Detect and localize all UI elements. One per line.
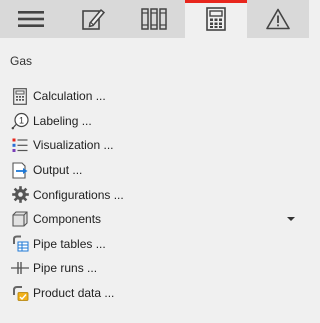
menu-item-components[interactable]: Components bbox=[0, 207, 309, 232]
tab-warnings[interactable] bbox=[247, 0, 309, 38]
calculator-icon bbox=[10, 86, 30, 106]
chevron-down-icon[interactable] bbox=[287, 217, 295, 222]
pipe-table-icon bbox=[10, 234, 30, 254]
tab-library[interactable] bbox=[124, 0, 186, 38]
panel-title: Gas bbox=[10, 54, 33, 68]
menu-item-label: Product data ... bbox=[33, 286, 115, 301]
gear-icon bbox=[10, 185, 30, 205]
hamburger-menu-icon bbox=[17, 10, 44, 28]
tab-menu[interactable] bbox=[0, 0, 62, 38]
menu-item-label: Components bbox=[33, 212, 102, 227]
calculator-icon bbox=[206, 7, 227, 31]
menu-item-label: Pipe tables ... bbox=[33, 236, 106, 251]
menu-item-configurations[interactable]: Configurations ... bbox=[0, 182, 309, 207]
menu-item-pipe-tables[interactable]: Pipe tables ... bbox=[0, 232, 309, 257]
tab-edit[interactable] bbox=[62, 0, 124, 38]
warning-triangle-icon bbox=[266, 8, 290, 30]
panel-menu: Calculation ... 1 Labeling ... Visualiza… bbox=[0, 84, 309, 305]
menu-item-pipe-runs[interactable]: Pipe runs ... bbox=[0, 256, 309, 281]
menu-item-calculation[interactable]: Calculation ... bbox=[0, 84, 309, 109]
menu-item-label: Labeling ... bbox=[33, 113, 92, 128]
toolbar bbox=[0, 0, 309, 38]
menu-item-label: Output ... bbox=[33, 163, 83, 178]
color-list-icon bbox=[10, 135, 30, 155]
menu-item-label: Calculation ... bbox=[33, 89, 106, 104]
library-books-icon bbox=[141, 8, 168, 30]
pipe-run-icon bbox=[10, 258, 30, 278]
svg-text:1: 1 bbox=[19, 115, 24, 125]
menu-item-label: Configurations ... bbox=[33, 187, 124, 202]
edit-pencil-icon bbox=[81, 7, 105, 31]
menu-item-visualization[interactable]: Visualization ... bbox=[0, 133, 309, 158]
tab-calculation[interactable] bbox=[185, 0, 248, 38]
label-tag-icon: 1 bbox=[10, 111, 30, 131]
menu-item-label: Pipe runs ... bbox=[33, 261, 98, 276]
menu-item-product-data[interactable]: Product data ... bbox=[0, 281, 309, 306]
product-data-icon bbox=[10, 283, 30, 303]
output-arrow-icon bbox=[10, 160, 30, 180]
menu-item-labeling[interactable]: 1 Labeling ... bbox=[0, 109, 309, 134]
menu-item-label: Visualization ... bbox=[33, 138, 114, 153]
menu-item-output[interactable]: Output ... bbox=[0, 158, 309, 183]
component-cube-icon bbox=[10, 209, 30, 229]
